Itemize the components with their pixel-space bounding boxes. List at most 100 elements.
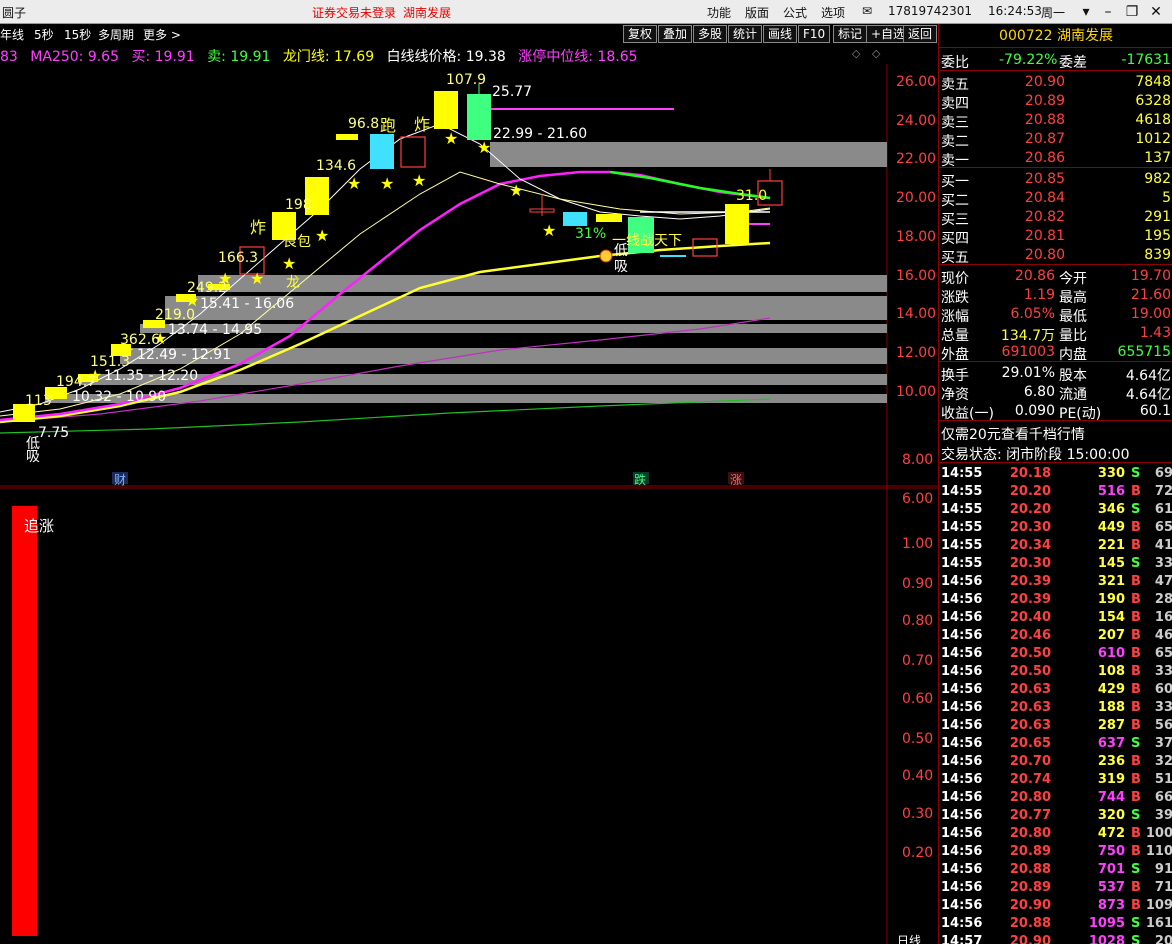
label-value: 134.6 [316, 158, 357, 174]
bid-label: 买四 [941, 231, 969, 247]
tick-price: 20.30 [1009, 556, 1051, 571]
label-word: 跑 [380, 116, 397, 135]
tick-row: 14:55 20.30 449 B 65 [939, 519, 1172, 537]
tick-time: 14:56 [941, 628, 983, 643]
stat-label: 现价 [941, 271, 969, 287]
bid-volume: 195 [1144, 228, 1171, 244]
svg-text:★: ★ [542, 221, 556, 240]
stat-label: 股本 [1059, 368, 1087, 384]
menu-formula[interactable]: 公式 [783, 4, 807, 21]
bid-volume: 291 [1144, 209, 1171, 225]
login-notice[interactable]: 证券交易未登录 [312, 4, 396, 21]
ask-price: 20.88 [1024, 112, 1065, 128]
user-phone[interactable]: 17819742301 [888, 4, 972, 18]
ask-volume: 1012 [1135, 131, 1171, 147]
btn-biaoji[interactable]: 标记 [833, 25, 868, 43]
svg-text:★: ★ [509, 181, 523, 200]
promo-text[interactable]: 仅需20元查看千档行情 [941, 424, 1085, 444]
tick-row: 14:56 20.74 319 B 51 [939, 771, 1172, 789]
btn-back[interactable]: 返回 [903, 25, 938, 43]
tick-price: 20.77 [1009, 808, 1051, 823]
tick-row: 14:56 20.80 744 B 66 [939, 789, 1172, 807]
label-word: 吸 [26, 449, 40, 465]
ask-label: 卖四 [941, 96, 969, 112]
tick-volume: 472 [1097, 826, 1125, 841]
ask-row[interactable]: 卖二 20.87 1012 [939, 130, 1172, 150]
tick-row: 14:57 20.90 1028 S 20 [939, 933, 1172, 944]
tick-price: 20.40 [1009, 610, 1051, 625]
svg-text:★: ★ [412, 171, 426, 190]
tick-volume: 207 [1097, 628, 1125, 643]
stat-row: 外盘 691003 内盘 655715 [939, 343, 1172, 363]
tick-side: S [1131, 466, 1141, 481]
label-level: 25.77 [492, 84, 533, 100]
period-multi[interactable]: 多周期 [98, 26, 134, 43]
period-15s[interactable]: 15秒 [64, 26, 91, 43]
tick-time: 14:56 [941, 610, 983, 625]
price-axis-label: 20.00 [896, 190, 937, 206]
tick-time: 14:56 [941, 754, 983, 769]
period-5s[interactable]: 5秒 [34, 26, 54, 43]
tick-count: 72 [1154, 484, 1172, 499]
tick-side: B [1131, 790, 1141, 805]
tick-count: 47 [1154, 574, 1172, 589]
tick-price: 20.20 [1009, 484, 1051, 499]
period-more[interactable]: 更多 > [143, 26, 181, 43]
tick-time: 14:56 [941, 844, 983, 859]
bid-row[interactable]: 买三 20.82 291 [939, 208, 1172, 228]
tick-side: B [1131, 484, 1141, 499]
zone-bar [120, 348, 887, 364]
tick-row: 14:56 20.80 472 B 100 [939, 825, 1172, 843]
stat-row: 涨幅 6.05% 最低 19.00 [939, 305, 1172, 325]
restore-icon[interactable]: ❐ [1122, 2, 1142, 22]
kline-chart[interactable]: ★ ★ ★ ★ ★ ★ ★ ★ ★ ★ ★ ★ ★ ★ ★ [0, 44, 938, 944]
label-chase: 追涨 [24, 517, 55, 535]
tick-price: 20.39 [1009, 592, 1051, 607]
btn-f10[interactable]: F10 [798, 25, 831, 43]
tick-price: 20.70 [1009, 754, 1051, 769]
tick-row: 14:56 20.90 873 B 109 [939, 897, 1172, 915]
stat-value: 19.00 [1130, 306, 1171, 322]
tick-count: 46 [1154, 628, 1172, 643]
tick-side: S [1131, 916, 1141, 931]
promo-row[interactable]: 仅需20元查看千档行情 [939, 423, 1172, 444]
bid-row[interactable]: 买四 20.81 195 [939, 227, 1172, 247]
ask-row[interactable]: 卖五 20.90 7848 [939, 73, 1172, 93]
tick-row: 14:56 20.88 701 S 91 [939, 861, 1172, 879]
weibi-value: -79.22% [999, 52, 1058, 68]
btn-duogu[interactable]: 多股 [693, 25, 728, 43]
close-icon[interactable]: ✕ [1146, 2, 1166, 22]
tick-count: 65 [1154, 646, 1172, 661]
ask-row[interactable]: 卖一 20.86 137 [939, 149, 1172, 169]
tick-row: 14:56 20.63 287 B 56 [939, 717, 1172, 735]
ask-label: 卖三 [941, 115, 969, 131]
menu-function[interactable]: 功能 [707, 4, 731, 21]
mail-icon[interactable]: ✉ [862, 4, 872, 18]
minimize-icon[interactable]: – [1098, 2, 1118, 22]
bid-row[interactable]: 买五 20.80 839 [939, 246, 1172, 266]
btn-diejia[interactable]: 叠加 [658, 25, 693, 43]
btn-fuquan[interactable]: 复权 [623, 25, 658, 43]
menu-layout[interactable]: 版面 [745, 4, 769, 21]
tick-time: 14:56 [941, 718, 983, 733]
svg-text:★: ★ [477, 138, 491, 157]
menu-options[interactable]: 选项 [821, 4, 845, 21]
dropdown-icon[interactable]: ▾ [1076, 2, 1096, 22]
indicator-axis-label: 0.30 [902, 806, 934, 822]
tick-row: 14:56 20.50 610 B 65 [939, 645, 1172, 663]
bid-price: 20.81 [1024, 228, 1065, 244]
btn-huaxian[interactable]: 画线 [763, 25, 798, 43]
period-footer-label[interactable]: 日线 [897, 932, 921, 944]
tick-time: 14:55 [941, 520, 983, 535]
tick-volume: 319 [1097, 772, 1125, 787]
tick-side: B [1131, 574, 1141, 589]
btn-tongji[interactable]: 统计 [728, 25, 763, 43]
bid-row[interactable]: 买二 20.84 5 [939, 189, 1172, 209]
period-year[interactable]: 年线 [0, 26, 24, 43]
tick-row: 14:55 20.34 221 B 41 [939, 537, 1172, 555]
bid-row[interactable]: 买一 20.85 982 [939, 170, 1172, 190]
ask-row[interactable]: 卖四 20.89 6328 [939, 92, 1172, 112]
ask-row[interactable]: 卖三 20.88 4618 [939, 111, 1172, 131]
svg-text:★: ★ [250, 269, 264, 288]
stat-label: 换手 [941, 368, 969, 384]
